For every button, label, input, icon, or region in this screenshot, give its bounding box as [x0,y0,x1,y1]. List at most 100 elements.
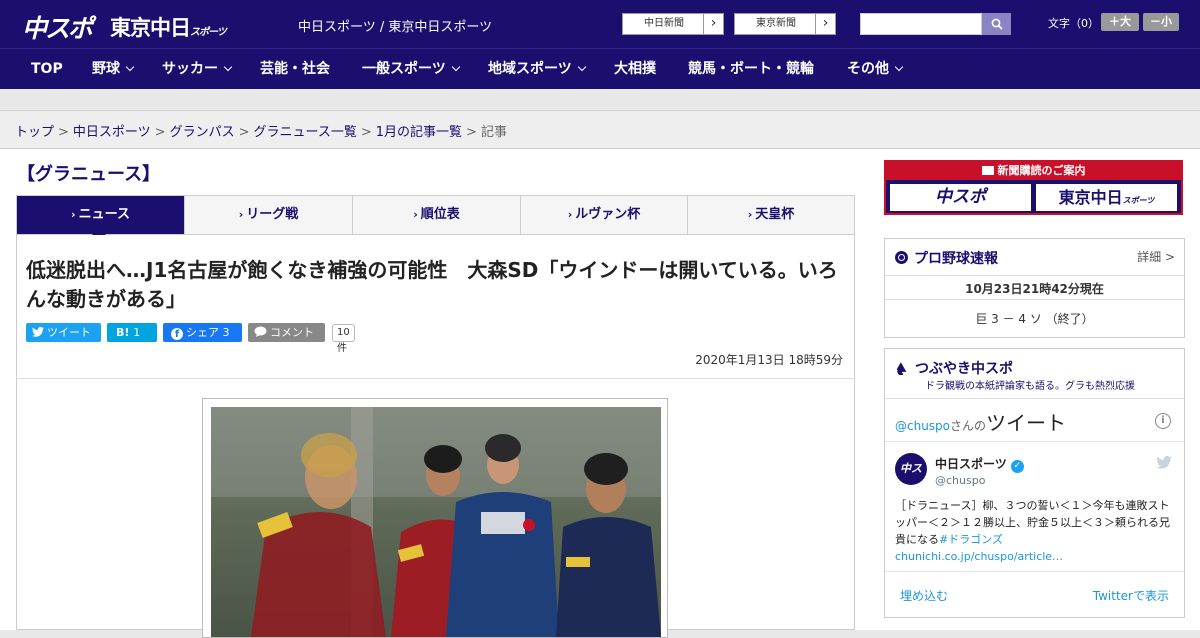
ad-strip [0,89,1200,111]
comment-count-badge[interactable]: 10件 [332,324,355,354]
speech-bubble-icon [254,326,267,337]
chevron-down-icon [223,62,233,72]
breadcrumb-link-top[interactable]: トップ [15,125,54,140]
section-heading: 【グラニュース】 [17,164,161,185]
article-headline: 低迷脱出へ…J1名古屋が飽くなき補強の可能性 大森SD「ウインドーは開いている。… [26,258,838,311]
nav-item-baseball[interactable]: 野球 [92,49,135,90]
facebook-icon: f [171,328,183,340]
article-divider [16,378,855,379]
baseball-detail-link[interactable]: 詳細 > [1137,248,1175,265]
nav-item-entertainment[interactable]: 芸能・社会 [260,49,330,90]
site-names: 中日スポーツ / 東京中日スポーツ [298,20,493,35]
facebook-share-button[interactable]: f シェア 3 [163,323,242,342]
chuspo-logo[interactable]: 中スポ [22,9,93,45]
twitter-subtitle: ドラ観戦の本紙評論家も語る。グラも熱烈応援 [925,381,1135,392]
twitter-box-title: つぶやき中スポ [895,358,1013,378]
breadcrumb: トップ > 中日スポーツ > グランパス > グラニュース一覧 >1月の記事一覧 > 記事 [15,121,507,140]
font-smaller-button[interactable]: －小 [1143,13,1179,31]
promo-title-text: 新聞購読のご案内 [997,164,1086,177]
top-header: 中スポ 東京中日スポーツ 中日スポーツ / 東京中日スポーツ 中日新聞 › 東京… [0,0,1200,48]
breadcrumb-link-monthly[interactable]: 1月の記事一覧 [376,125,462,140]
search-input[interactable] [860,13,982,35]
nav-item-soccer[interactable]: サッカー [162,49,233,90]
chevron-right-icon: › [747,208,753,221]
baseball-box-title: プロ野球速報 [895,248,998,268]
tab-label: 順位表 [420,207,460,222]
box-divider [885,275,1184,276]
avatar[interactable]: 中スポ [895,453,927,507]
tab-standings[interactable]: › 順位表 [353,196,521,234]
nav-label: その他 [847,61,889,77]
tweet-url-link[interactable]: chunichi.co.jp/chuspo/article… [895,550,1063,563]
baseball-title-text: プロ野球速報 [914,251,998,267]
nav-item-sumo[interactable]: 大相撲 [614,49,656,90]
twitter-title-text: つぶやき中スポ [915,361,1013,377]
font-size-label: 文字（0） [1048,17,1099,30]
nav-item-top[interactable]: TOP [31,49,63,90]
nav-label: 大相撲 [614,61,656,77]
tweet-account-handle[interactable]: @chuspo [935,474,985,487]
breadcrumb-link-chuspo[interactable]: 中日スポーツ [73,125,151,140]
tokyo-chunichi-logo[interactable]: 東京中日スポーツ [110,12,227,42]
tweet-button[interactable]: ツイート [26,323,101,342]
subscription-promo[interactable]: 新聞購読のご案内 中スポ 東京中日スポーツ [884,160,1183,215]
chevron-right-icon: › [703,14,723,34]
info-icon[interactable]: i [1155,413,1171,429]
tokyo-shimbun-button[interactable]: 東京新聞 › [734,13,836,35]
nav-label: 芸能・社会 [260,61,330,77]
tab-levain-cup[interactable]: › ルヴァン杯 [521,196,688,234]
search-icon [991,18,1003,30]
box-divider [885,441,1184,442]
chunichi-shimbun-button[interactable]: 中日新聞 › [622,13,724,35]
font-larger-button[interactable]: ＋大 [1101,13,1139,31]
nav-item-keiba[interactable]: 競馬・ボート・競輪 [688,49,814,90]
baseball-scores-box: プロ野球速報 詳細 > 10月23日21時42分現在 巨 3 － 4 ソ （終了… [884,238,1185,338]
twitter-handle-suffix: さんの [950,419,987,433]
tweet-account-name[interactable]: 中日スポーツ ✓ [935,455,1024,473]
twitter-bird-icon[interactable] [1156,456,1172,469]
tokyo-logo-text: 東京中日 [110,16,191,40]
embed-link[interactable]: 埋め込む [900,587,948,604]
comment-label: コメント [270,326,314,339]
twitter-box: つぶやき中スポ ドラ観戦の本紙評論家も語る。グラも熱烈応援 @chuspoさんの… [884,348,1185,618]
chevron-down-icon [577,62,586,72]
tokyo-shimbun-label: 東京新聞 [756,18,796,29]
comment-button[interactable]: コメント [248,323,325,342]
view-on-twitter-link[interactable]: Twitterで表示 [1093,587,1169,604]
box-divider [885,398,1184,399]
search-button[interactable] [982,13,1011,35]
chevron-down-icon [125,62,135,72]
hatena-count: 1 [133,326,141,339]
article-photo-frame [202,398,668,638]
tab-label: ルヴァン杯 [575,207,641,222]
nav-item-local-sports[interactable]: 地域スポーツ [488,49,586,90]
promo-tokyo-logo[interactable]: 東京中日スポーツ [1035,183,1178,212]
twitter-timeline-header: @chuspoさんのツイート [895,407,1066,436]
tweet-hashtag-link[interactable]: #ドラゴンズ [939,533,1003,546]
chevron-down-icon [894,62,904,72]
nav-label: 競馬・ボート・競輪 [688,61,814,77]
baseball-score-row[interactable]: 巨 3 － 4 ソ （終了） [885,310,1184,327]
tab-news[interactable]: › ニュース [17,196,185,234]
tab-label: リーグ戦 [246,207,299,222]
article-photo[interactable] [211,407,661,637]
chevron-right-icon: › [71,208,76,221]
megaphone-icon [896,362,907,377]
promo-chuspo-logo[interactable]: 中スポ [889,183,1032,212]
twitter-tweets-word: ツイート [986,411,1067,435]
baseball-updated-time: 10月23日21時42分現在 [965,282,1104,296]
hatena-icon: B! [116,326,130,339]
nav-item-other[interactable]: その他 [847,49,904,90]
hatena-bookmark-button[interactable]: B! 1 [107,323,157,342]
breadcrumb-link-grampus[interactable]: グランパス [170,125,235,140]
tab-label: 天皇杯 [755,207,795,222]
nav-item-general-sports[interactable]: 一般スポーツ [362,49,460,90]
nav-label: 地域スポーツ [488,61,572,77]
tweet-label: ツイート [47,326,91,339]
twitter-handle-link[interactable]: @chuspo [895,419,950,433]
breadcrumb-bar: トップ > 中日スポーツ > グランパス > グラニュース一覧 >1月の記事一覧 > 記事 [0,111,1200,149]
tab-league[interactable]: › リーグ戦 [185,196,353,234]
breadcrumb-link-news-list[interactable]: グラニュース一覧 [254,125,357,140]
tab-emperors-cup[interactable]: › 天皇杯 [688,196,854,234]
promo-title: 新聞購読のご案内 [886,162,1181,180]
